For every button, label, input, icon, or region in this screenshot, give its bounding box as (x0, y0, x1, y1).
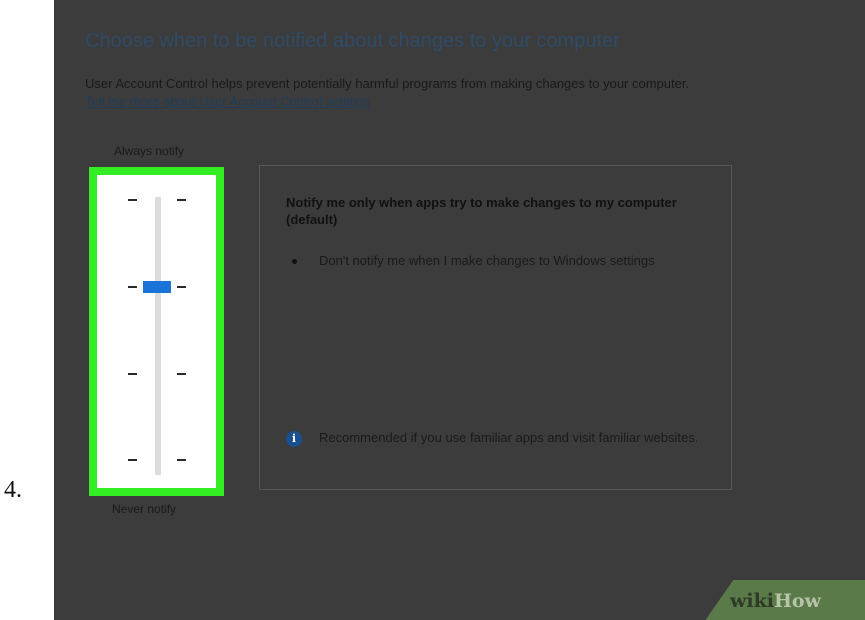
tick-mark (128, 459, 137, 461)
tick-mark (177, 373, 186, 375)
slider-track[interactable] (155, 197, 161, 475)
tick-mark (177, 286, 186, 288)
setting-bullet: Don't notify me when I make changes to W… (319, 253, 655, 268)
watermark-wiki: wiki (730, 590, 774, 612)
info-icon: i (286, 431, 302, 447)
step-number: 4. (4, 477, 22, 503)
tick-mark (177, 199, 186, 201)
description-text: User Account Control helps prevent poten… (85, 76, 690, 91)
tick-mark (177, 459, 186, 461)
always-notify-label: Always notify (114, 144, 185, 158)
recommendation-text: Recommended if you use familiar apps and… (319, 430, 699, 445)
tick-mark (128, 373, 137, 375)
watermark-how: How (773, 590, 821, 612)
tick-mark (128, 286, 137, 288)
uac-help-link[interactable]: Tell me more about User Account Control … (85, 94, 370, 109)
wikihow-watermark: wikiHow (730, 590, 821, 612)
uac-settings-window: Choose when to be notified about changes… (54, 0, 865, 620)
slider-thumb[interactable] (143, 281, 171, 293)
never-notify-label: Never notify (112, 502, 177, 516)
setting-title: Notify me only when apps try to make cha… (286, 195, 677, 227)
setting-description-panel: Notify me only when apps try to make cha… (259, 165, 732, 490)
notification-slider[interactable] (89, 167, 224, 496)
tick-mark (128, 199, 137, 201)
bullet-icon (292, 259, 297, 264)
page-title: Choose when to be notified about changes… (85, 30, 620, 52)
